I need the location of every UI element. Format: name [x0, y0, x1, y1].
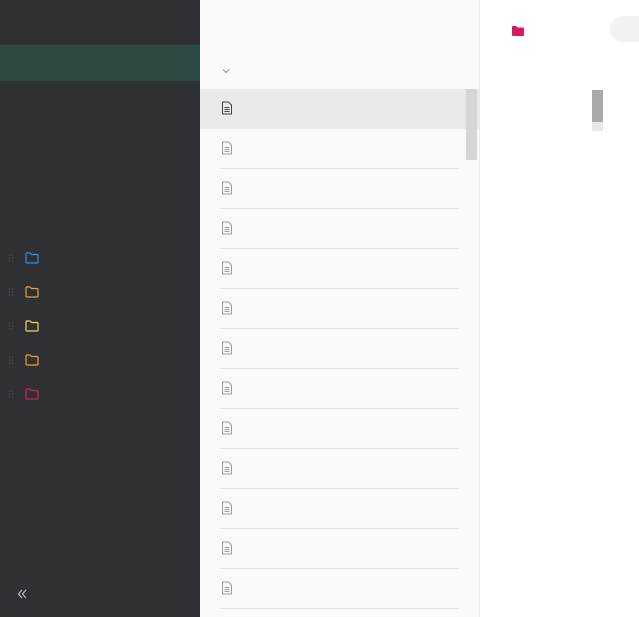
folder-outline-icon: [25, 388, 39, 400]
note-list-item[interactable]: [200, 209, 479, 249]
note-list-item[interactable]: [200, 569, 479, 609]
document-icon: [222, 261, 232, 275]
note-list-item[interactable]: [200, 289, 479, 329]
sidebar-folder-item[interactable]: [0, 316, 200, 336]
note-list-item[interactable]: [200, 89, 479, 129]
note-list-item[interactable]: [200, 249, 479, 289]
note-list-item[interactable]: [200, 369, 479, 409]
row-divider: [220, 608, 459, 609]
document-icon: [222, 341, 232, 355]
folder-outline-icon: [25, 252, 39, 264]
sidebar-folder-item[interactable]: [0, 248, 200, 268]
note-list-item[interactable]: [200, 169, 479, 209]
editor-scrollbar[interactable]: [592, 90, 603, 122]
sidebar-folder-item[interactable]: [0, 350, 200, 370]
document-icon: [222, 381, 232, 395]
document-icon: [222, 421, 232, 435]
note-list-item[interactable]: [200, 409, 479, 449]
note-list-item[interactable]: [200, 489, 479, 529]
document-icon: [222, 461, 232, 475]
document-icon: [222, 501, 232, 515]
chevron-down-icon: [222, 69, 230, 74]
sidebar-folder-item[interactable]: [0, 384, 200, 404]
editor-pane: [480, 0, 639, 617]
document-icon: [222, 541, 232, 555]
document-icon: [222, 301, 232, 315]
sidebar: [0, 0, 200, 617]
sidebar-folder-item[interactable]: [0, 282, 200, 302]
note-list-item[interactable]: [200, 449, 479, 489]
document-icon: [222, 581, 232, 595]
note-list-scrollbar[interactable]: [466, 89, 477, 160]
note-list-item[interactable]: [200, 129, 479, 169]
note-list-item[interactable]: [200, 529, 479, 569]
document-icon: [222, 181, 232, 195]
sidebar-item-active[interactable]: [0, 45, 200, 81]
drag-handle-icon[interactable]: [8, 355, 14, 365]
note-folder-button[interactable]: [511, 24, 525, 36]
folder-outline-icon: [25, 320, 39, 332]
folder-outline-icon: [25, 354, 39, 366]
folder-outline-icon: [25, 286, 39, 298]
folder-filled-icon: [512, 26, 524, 36]
document-icon: [222, 221, 232, 235]
editor-toolbar-pill[interactable]: [610, 16, 639, 42]
collapse-sidebar-button[interactable]: [14, 586, 30, 602]
sort-dropdown-button[interactable]: [220, 64, 232, 76]
drag-handle-icon[interactable]: [8, 287, 14, 297]
double-chevron-left-icon: [17, 589, 27, 599]
drag-handle-icon[interactable]: [8, 389, 14, 399]
document-icon: [222, 101, 232, 115]
drag-handle-icon[interactable]: [8, 321, 14, 331]
document-icon: [222, 141, 232, 155]
drag-handle-icon[interactable]: [8, 253, 14, 263]
note-list-item[interactable]: [200, 329, 479, 369]
